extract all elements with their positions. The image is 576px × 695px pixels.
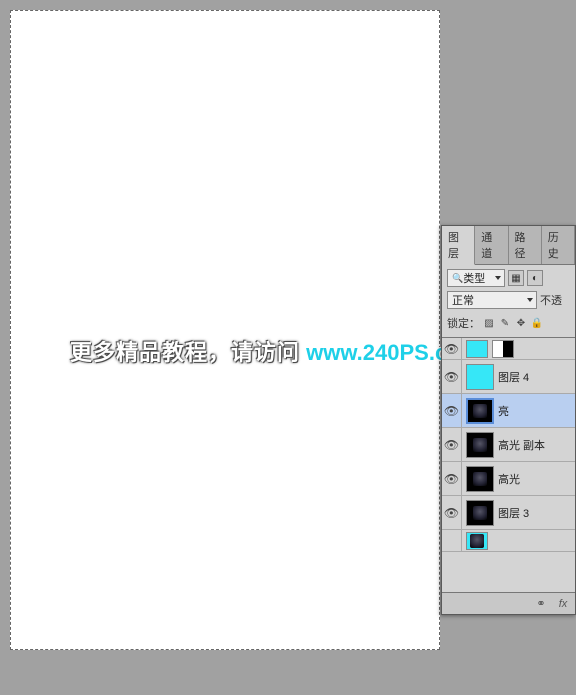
fx-icon[interactable]: fx: [555, 597, 571, 611]
lock-all-icon[interactable]: 🔒: [530, 316, 544, 330]
visibility-toggle-icon[interactable]: 👁: [442, 338, 462, 359]
panel-options: 类型 ▦ ◐ 正常 不透 锁定： ▨ ✎ ✥ 🔒: [442, 265, 575, 337]
lock-brush-icon[interactable]: ✎: [498, 316, 512, 330]
layer-row[interactable]: 👁 高光: [442, 462, 575, 496]
filter-label: 类型: [463, 270, 485, 286]
filter-pixel-icon[interactable]: ▦: [508, 270, 524, 286]
tab-history[interactable]: 历史: [542, 226, 575, 264]
link-layers-icon[interactable]: ⚭: [533, 597, 549, 611]
blend-mode-label: 正常: [452, 292, 474, 308]
visibility-toggle-icon[interactable]: [442, 530, 462, 551]
layer-name[interactable]: 图层 4: [498, 369, 575, 385]
layer-thumbnail[interactable]: [466, 398, 494, 424]
visibility-toggle-icon[interactable]: 👁: [442, 360, 462, 393]
lock-label: 锁定：: [447, 315, 480, 331]
filter-adjust-icon[interactable]: ◐: [527, 270, 543, 286]
layer-thumbnail[interactable]: [466, 532, 488, 550]
layer-name[interactable]: 高光: [498, 471, 575, 487]
layer-thumbnail[interactable]: [466, 364, 494, 390]
layer-thumbnail[interactable]: [466, 500, 494, 526]
layer-row[interactable]: 👁: [442, 338, 575, 360]
layer-row[interactable]: [442, 530, 575, 552]
layer-row[interactable]: 👁 高光 副本: [442, 428, 575, 462]
layer-thumbnail[interactable]: [466, 340, 488, 358]
layer-name[interactable]: 高光 副本: [498, 437, 575, 453]
layers-panel: 图层 通道 路径 历史 类型 ▦ ◐ 正常 不透 锁定： ▨ ✎ ✥ 🔒: [441, 225, 576, 615]
filter-type-dropdown[interactable]: 类型: [447, 269, 505, 287]
layer-mask-thumbnail[interactable]: [492, 340, 514, 358]
blend-mode-dropdown[interactable]: 正常: [447, 291, 537, 309]
visibility-toggle-icon[interactable]: 👁: [442, 462, 462, 495]
layers-list: 👁 👁 图层 4 👁 亮 👁 高光 副本 👁 高光 👁 图层 3: [442, 337, 575, 592]
visibility-toggle-icon[interactable]: 👁: [442, 496, 462, 529]
layer-thumbnail[interactable]: [466, 466, 494, 492]
tab-paths[interactable]: 路径: [509, 226, 542, 264]
layer-row[interactable]: 👁 亮: [442, 394, 575, 428]
visibility-toggle-icon[interactable]: 👁: [442, 394, 462, 427]
lock-position-icon[interactable]: ✥: [514, 316, 528, 330]
document-canvas[interactable]: [10, 10, 440, 650]
search-icon: [452, 272, 463, 284]
layer-row[interactable]: 👁 图层 3: [442, 496, 575, 530]
lock-transparent-icon[interactable]: ▨: [482, 316, 496, 330]
tab-channels[interactable]: 通道: [475, 226, 508, 264]
layer-name[interactable]: 图层 3: [498, 505, 575, 521]
layer-name[interactable]: 亮: [498, 403, 575, 419]
visibility-toggle-icon[interactable]: 👁: [442, 428, 462, 461]
layer-row[interactable]: 👁 图层 4: [442, 360, 575, 394]
panel-footer: ⚭ fx: [442, 592, 575, 614]
panel-tabs: 图层 通道 路径 历史: [442, 226, 575, 265]
tab-layers[interactable]: 图层: [442, 226, 475, 265]
layer-thumbnail[interactable]: [466, 432, 494, 458]
opacity-label: 不透: [540, 292, 562, 308]
